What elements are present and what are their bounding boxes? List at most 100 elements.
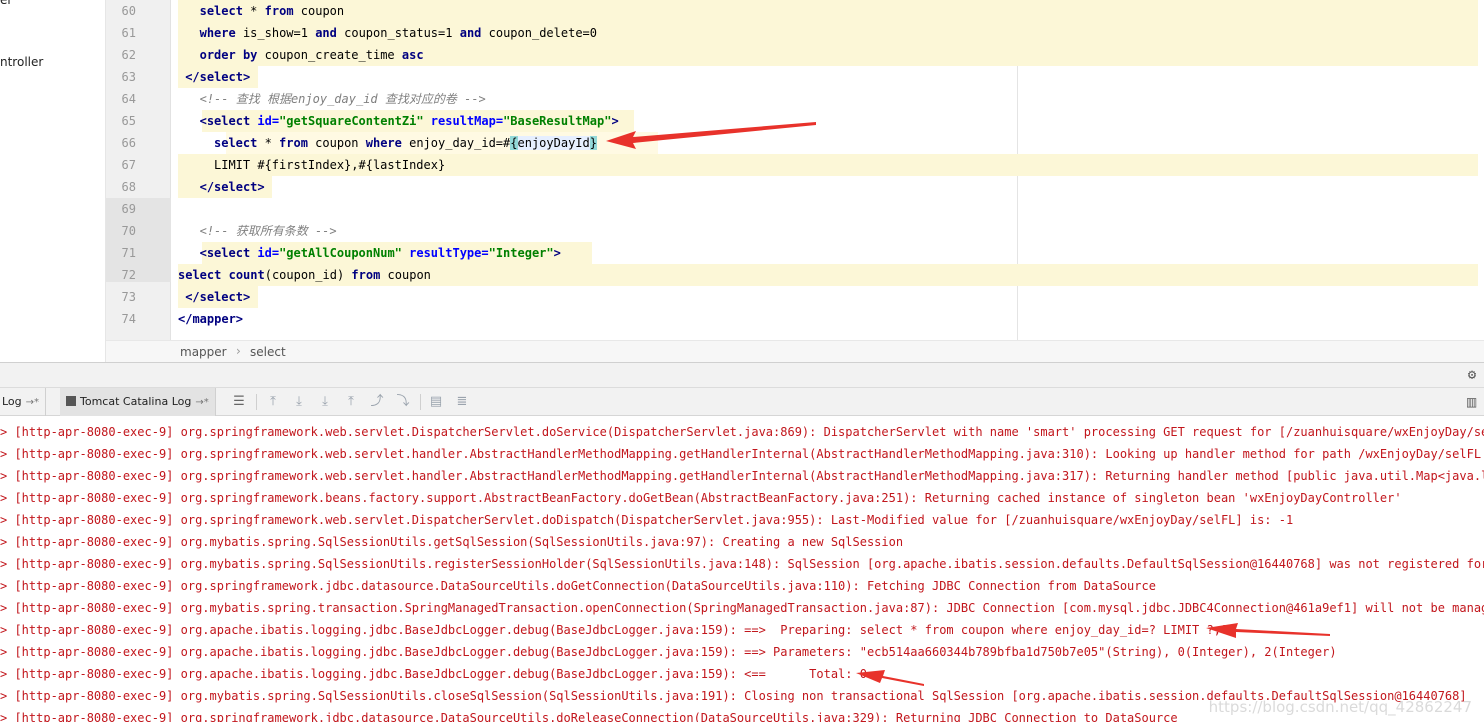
line-number[interactable]: 62 [106,44,150,66]
pin-icon[interactable]: →* [195,397,208,408]
line-number[interactable]: 67 [106,154,150,176]
code-text: select * from coupon [200,4,345,18]
log-line[interactable]: > [http-apr-8080-exec-9] org.apache.ibat… [0,619,1228,641]
code-text: where is_show=1 and coupon_status=1 and … [200,26,597,40]
code-text: <select id="getAllCouponNum" resultType=… [200,246,561,260]
scroll-to-end-icon[interactable]: ⤓ [317,394,333,410]
code-token: coupon_status=1 [336,26,460,40]
menu-icon[interactable]: ☰ [231,394,247,410]
tab-label-log: Log [2,395,22,408]
pin-icon[interactable]: →* [26,397,39,408]
line-number[interactable]: 73 [106,286,150,308]
code-line[interactable]: order by coupon_create_time asc [178,44,1478,66]
tree-item-controller-partial[interactable]: ntroller [0,55,43,69]
line-number[interactable]: 63 [106,66,150,88]
log-line[interactable]: > [http-apr-8080-exec-9] org.springframe… [0,575,1156,597]
code-token: </select> [185,290,251,304]
breadcrumb-item-select[interactable]: select [250,345,286,359]
code-token: coupon [307,136,366,150]
code-line[interactable]: <!-- 获取所有条数 --> [178,220,1478,242]
tab-tomcat-catalina-log[interactable]: Tomcat Catalina Log →* [60,388,216,416]
code-content[interactable]: select * from coupon where is_show=1 and … [178,0,1478,330]
log-line[interactable]: > [http-apr-8080-exec-9] org.mybatis.spr… [0,531,903,553]
toolbar-separator [256,394,257,410]
code-line[interactable]: </select> [178,176,1478,198]
log-line[interactable]: > [http-apr-8080-exec-9] org.springframe… [0,707,1178,722]
code-line[interactable]: select count(coupon_id) from coupon [178,264,1478,286]
code-token: <!-- 获取所有条数 --> [199,224,337,238]
code-line[interactable]: </mapper> [178,308,1478,330]
code-line[interactable]: <!-- 查找 根据enjoy_day_id 查找对应的卷 --> [178,88,1478,110]
clear-icon[interactable]: ⤵ [395,394,411,410]
breadcrumb-item-mapper[interactable]: mapper [180,345,227,359]
console-icon [66,396,76,406]
code-line[interactable]: <select id="getAllCouponNum" resultType=… [178,242,1478,264]
line-number[interactable]: 70 [106,220,150,242]
line-number[interactable]: 65 [106,110,150,132]
code-token: where [199,26,236,40]
log-line[interactable]: > [http-apr-8080-exec-9] org.springframe… [0,443,1481,465]
editor-gutter: 60 61 62 63 64 65 66 67 68 69 70 71 72 73 74 [106,0,171,340]
code-line[interactable] [178,198,1478,220]
line-number[interactable]: 68 [106,176,150,198]
log-line[interactable]: > [http-apr-8080-exec-9] org.mybatis.spr… [0,553,1484,575]
code-token: coupon_delete=0 [481,26,597,40]
code-line[interactable]: <select id="getSquareContentZi" resultMa… [178,110,1478,132]
line-number[interactable]: 72 [106,264,150,286]
code-line[interactable]: LIMIT #{firstIndex},#{lastIndex} [178,154,1478,176]
layout-icon[interactable]: ▥ [1466,394,1480,410]
print-icon[interactable]: ▤ [428,394,444,410]
down-icon[interactable]: ⤓ [291,394,307,410]
code-token: <!-- 查找 根据 [199,92,291,106]
line-number[interactable]: 61 [106,22,150,44]
run-panel-header: ⚙ [0,362,1484,388]
log-line[interactable]: > [http-apr-8080-exec-9] org.springframe… [0,509,1293,531]
up-icon[interactable]: ⤒ [343,394,359,410]
code-token: "getSquareContentZi" [279,114,424,128]
tree-item-partial[interactable]: er [0,0,12,7]
code-token: "Integer" [488,246,554,260]
code-token: enjoy_day_id= [401,136,504,150]
line-number[interactable]: 69 [106,198,150,220]
code-text: order by coupon_create_time asc [200,48,424,62]
console-output[interactable]: > [http-apr-8080-exec-9] org.springframe… [0,417,1484,722]
code-token: select [214,136,258,150]
line-number[interactable]: 64 [106,88,150,110]
line-number[interactable]: 71 [106,242,150,264]
code-token: from [264,4,294,18]
code-line[interactable]: select * from coupon where enjoy_day_id=… [178,132,1478,154]
code-text: select count(coupon_id) from coupon [178,268,431,282]
code-text: <!-- 获取所有条数 --> [200,224,337,238]
code-line[interactable]: </select> [178,66,1478,88]
code-highlight [178,0,1478,22]
scroll-up-icon[interactable]: ⤒ [265,394,281,410]
gear-icon[interactable]: ⚙ [1464,367,1480,383]
code-text: </select> [185,290,250,304]
code-token: id= [257,246,280,260]
log-line[interactable]: > [http-apr-8080-exec-9] org.springframe… [0,487,1402,509]
code-line[interactable]: select * from coupon [178,0,1478,22]
log-line[interactable]: > [http-apr-8080-exec-9] org.springframe… [0,421,1484,443]
log-line[interactable]: > [http-apr-8080-exec-9] org.springframe… [0,465,1484,487]
line-number[interactable]: 74 [106,308,150,330]
settings-list-icon[interactable]: ≣ [454,394,470,410]
line-number[interactable]: 60 [106,0,150,22]
code-token: enjoyDayId [517,136,590,150]
log-line[interactable]: > [http-apr-8080-exec-9] org.mybatis.spr… [0,597,1484,619]
code-line[interactable]: </select> [178,286,1478,308]
code-line[interactable]: where is_show=1 and coupon_status=1 and … [178,22,1478,44]
code-token: > [553,246,561,260]
code-token: 查找对应的卷 --> [377,92,486,106]
code-editor[interactable]: 60 61 62 63 64 65 66 67 68 69 70 71 72 73 74 select * … [106,0,1484,340]
soft-wrap-icon[interactable]: ⤴ [369,394,385,410]
code-token: count [228,268,265,282]
line-number[interactable]: 66 [106,132,150,154]
log-line[interactable]: > [http-apr-8080-exec-9] org.apache.ibat… [0,663,867,685]
log-line[interactable]: > [http-apr-8080-exec-9] org.apache.ibat… [0,641,1337,663]
code-token: select [199,4,243,18]
project-tree-panel[interactable]: er ntroller [0,0,106,362]
tab-log[interactable]: Log →* [0,388,47,416]
code-token: LIMIT #{firstIndex},#{lastIndex} [214,158,446,172]
code-text: </select> [200,180,265,194]
